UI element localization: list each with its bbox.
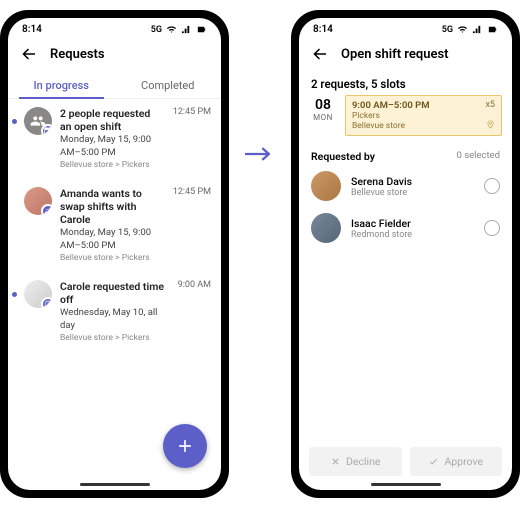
- battery-icon: [196, 24, 207, 35]
- select-radio[interactable]: [484, 178, 500, 194]
- page-title: Requests: [50, 47, 105, 62]
- header: Open shift request: [299, 37, 512, 71]
- avatar: [24, 187, 52, 215]
- requester-name: Serena Davis: [351, 175, 474, 188]
- status-right: 5G: [151, 24, 207, 35]
- request-time: 9:00 AM: [174, 280, 211, 290]
- battery-icon: [487, 24, 498, 35]
- request-title: Carole requested time off: [60, 280, 166, 306]
- phone-right: 8:14 5G Open shift request 2 requests, 5…: [291, 10, 520, 498]
- home-indicator: [80, 483, 150, 486]
- home-indicator: [371, 483, 441, 486]
- requester-body: Isaac Fielder Redmond store: [351, 217, 474, 240]
- network-label: 5G: [442, 25, 453, 35]
- approve-button[interactable]: Approve: [410, 447, 503, 476]
- tabs: In progress Completed: [8, 71, 221, 99]
- requester-store: Bellevue store: [351, 188, 474, 198]
- shift-box: 9:00 AM–5:00 PM Pickers Bellevue store x…: [345, 95, 502, 136]
- back-button[interactable]: [20, 45, 38, 63]
- phone-left: 8:14 5G Requests In progress Completed: [0, 10, 229, 498]
- request-time: 12:45 PM: [169, 107, 211, 117]
- avatar: [24, 280, 52, 308]
- request-time: 12:45 PM: [169, 187, 211, 197]
- unread-dot: [12, 119, 17, 124]
- unread-dot: [12, 292, 17, 297]
- decline-label: Decline: [346, 455, 380, 468]
- wifi-icon: [457, 24, 468, 35]
- status-bar: 8:14 5G: [299, 18, 512, 37]
- select-radio[interactable]: [484, 220, 500, 236]
- decline-button[interactable]: Decline: [309, 447, 402, 476]
- request-body: Carole requested time off Wednesday, May…: [60, 280, 166, 344]
- shift-store: Bellevue store: [352, 121, 495, 131]
- shift-card[interactable]: 08 MON 9:00 AM–5:00 PM Pickers Bellevue …: [309, 95, 502, 136]
- request-meta: Bellevue store > Pickers: [60, 160, 161, 171]
- avatar: [311, 213, 341, 243]
- status-bar: 8:14 5G: [8, 18, 221, 37]
- tab-completed[interactable]: Completed: [115, 71, 222, 98]
- requested-by-label: Requested by: [311, 150, 375, 163]
- request-body: Amanda wants to swap shifts with Carole …: [60, 187, 161, 264]
- request-subtitle: Wednesday, May 10, all day: [60, 307, 166, 332]
- shift-slot-count: x5: [485, 100, 495, 110]
- back-button[interactable]: [311, 45, 329, 63]
- requester-body: Serena Davis Bellevue store: [351, 175, 474, 198]
- requester-row[interactable]: Serena Davis Bellevue store: [299, 165, 512, 207]
- clock: 8:14: [22, 24, 42, 35]
- selected-count: 0 selected: [457, 150, 500, 163]
- page-title: Open shift request: [341, 47, 449, 62]
- approve-label: Approve: [444, 455, 483, 468]
- requested-by-header: Requested by 0 selected: [299, 144, 512, 165]
- clock: 8:14: [313, 24, 333, 35]
- request-subtitle: Monday, May 15, 9:00 AM–5:00 PM: [60, 227, 161, 252]
- avatar-group: [24, 107, 52, 135]
- signal-icon: [181, 24, 192, 35]
- screen-right: 8:14 5G Open shift request 2 requests, 5…: [299, 18, 512, 490]
- signal-icon: [472, 24, 483, 35]
- check-icon: [428, 456, 439, 467]
- status-right: 5G: [442, 24, 498, 35]
- request-meta: Bellevue store > Pickers: [60, 253, 161, 264]
- screen-left: 8:14 5G Requests In progress Completed: [8, 18, 221, 490]
- request-title: Amanda wants to swap shifts with Carole: [60, 187, 161, 226]
- requester-row[interactable]: Isaac Fielder Redmond store: [299, 207, 512, 249]
- requester-name: Isaac Fielder: [351, 217, 474, 230]
- network-label: 5G: [151, 25, 162, 35]
- close-icon: [330, 456, 341, 467]
- shift-team: Pickers: [352, 111, 495, 121]
- wifi-icon: [166, 24, 177, 35]
- location-pin-icon: [486, 114, 495, 133]
- request-body: 2 people requested an open shift Monday,…: [60, 107, 161, 171]
- request-item[interactable]: 2 people requested an open shift Monday,…: [8, 99, 221, 179]
- request-title: 2 people requested an open shift: [60, 107, 161, 133]
- date-day: MON: [309, 113, 337, 122]
- summary-line: 2 requests, 5 slots: [299, 71, 512, 95]
- request-item[interactable]: Carole requested time off Wednesday, May…: [8, 272, 221, 352]
- request-item[interactable]: Amanda wants to swap shifts with Carole …: [8, 179, 221, 272]
- requester-store: Redmond store: [351, 230, 474, 240]
- date-column: 08 MON: [309, 95, 337, 136]
- header: Requests: [8, 37, 221, 71]
- calendar-badge-icon: [41, 124, 52, 135]
- shift-time: 9:00 AM–5:00 PM: [352, 100, 495, 111]
- tab-in-progress[interactable]: In progress: [8, 71, 115, 98]
- date-number: 08: [309, 97, 337, 113]
- flow-arrow-icon: [245, 144, 275, 164]
- request-subtitle: Monday, May 15, 9:00 AM–5:00 PM: [60, 134, 161, 159]
- avatar: [311, 171, 341, 201]
- swap-badge-icon: [41, 204, 52, 215]
- timeoff-badge-icon: [41, 297, 52, 308]
- request-meta: Bellevue store > Pickers: [60, 333, 166, 344]
- fab-new-request[interactable]: [163, 424, 207, 468]
